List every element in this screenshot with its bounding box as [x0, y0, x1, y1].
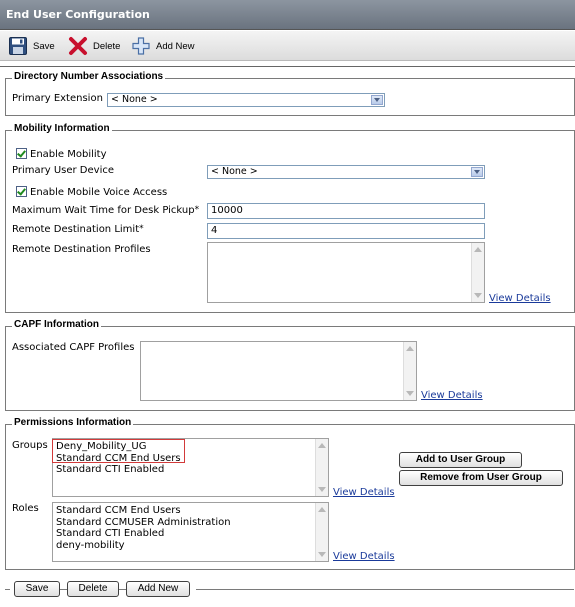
capf-legend: CAPF Information	[12, 319, 101, 330]
list-item[interactable]: Standard CTI Enabled	[56, 528, 231, 540]
max-wait-input[interactable]: 10000	[207, 203, 485, 219]
selection-highlight	[52, 439, 185, 463]
enable-mobility-label: Enable Mobility	[30, 149, 107, 160]
list-item[interactable]: Standard CTI Enabled	[56, 464, 181, 476]
groups-view-details-link[interactable]: View Details	[333, 487, 395, 498]
list-item[interactable]: Standard CCMUSER Administration	[56, 517, 231, 529]
enable-mobile-voice-checkbox[interactable]	[16, 186, 27, 197]
remote-dest-view-details-link[interactable]: View Details	[489, 293, 551, 304]
chevron-down-icon[interactable]	[371, 95, 383, 105]
remove-from-user-group-button[interactable]: Remove from User Group	[399, 470, 563, 486]
footer-delete-button[interactable]: Delete	[67, 581, 119, 597]
scrollbar[interactable]	[315, 503, 328, 561]
primary-extension-value: < None >	[111, 94, 158, 105]
remote-dest-limit-label-text: Remote Destination Limit	[12, 224, 140, 235]
directory-legend: Directory Number Associations	[12, 71, 166, 82]
remote-dest-limit-label: Remote Destination Limit*	[12, 224, 144, 235]
roles-label: Roles	[12, 503, 39, 514]
capf-profiles-list[interactable]	[140, 341, 417, 401]
page-title: End User Configuration	[0, 0, 575, 30]
roles-items: Standard CCM End Users Standard CCMUSER …	[56, 505, 231, 551]
primary-extension-label: Primary Extension	[12, 93, 103, 104]
add-to-user-group-button[interactable]: Add to User Group	[399, 452, 522, 468]
capf-view-details-link[interactable]: View Details	[421, 390, 483, 401]
divider	[5, 589, 10, 590]
roles-list[interactable]: Standard CCM End Users Standard CCMUSER …	[52, 502, 329, 562]
toolbar-add-new-label: Add New	[156, 40, 195, 52]
toolbar-delete-label: Delete	[93, 40, 121, 52]
scroll-up-icon[interactable]	[318, 443, 326, 448]
toolbar-delete-button[interactable]: Delete	[68, 36, 120, 56]
scroll-up-icon[interactable]	[474, 247, 482, 252]
delete-icon	[69, 37, 87, 55]
primary-user-device-label: Primary User Device	[12, 165, 114, 176]
scroll-down-icon[interactable]	[474, 293, 482, 298]
scrollbar[interactable]	[471, 243, 484, 302]
scroll-down-icon[interactable]	[406, 391, 414, 396]
scrollbar[interactable]	[403, 342, 416, 400]
remote-dest-profiles-list[interactable]	[207, 242, 485, 303]
list-item[interactable]: deny-mobility	[56, 540, 231, 552]
max-wait-label-text: Maximum Wait Time for Desk Pickup	[12, 205, 195, 216]
primary-user-device-value: < None >	[211, 166, 258, 177]
divider	[196, 589, 574, 590]
primary-user-device-select[interactable]: < None >	[207, 165, 485, 179]
enable-mobile-voice-label: Enable Mobile Voice Access	[30, 187, 168, 198]
remote-dest-limit-input[interactable]: 4	[207, 223, 485, 239]
scroll-up-icon[interactable]	[406, 346, 414, 351]
list-item[interactable]: Standard CCM End Users	[56, 505, 231, 517]
chevron-down-icon[interactable]	[471, 167, 483, 177]
capf-profiles-label: Associated CAPF Profiles	[12, 342, 135, 353]
permissions-legend: Permissions Information	[12, 417, 134, 428]
scrollbar[interactable]	[315, 439, 328, 496]
divider	[119, 589, 126, 590]
scroll-up-icon[interactable]	[318, 507, 326, 512]
divider	[0, 66, 575, 67]
footer-save-button[interactable]: Save	[14, 581, 60, 597]
add-icon	[132, 37, 150, 55]
remote-dest-profiles-label: Remote Destination Profiles	[12, 244, 151, 255]
required-marker: *	[139, 224, 144, 234]
roles-view-details-link[interactable]: View Details	[333, 551, 395, 562]
toolbar: Save Delete Add New	[0, 31, 575, 61]
mobility-legend: Mobility Information	[12, 123, 112, 134]
scroll-down-icon[interactable]	[318, 552, 326, 557]
enable-mobility-checkbox[interactable]	[16, 148, 27, 159]
save-icon	[9, 37, 27, 55]
max-wait-label: Maximum Wait Time for Desk Pickup*	[12, 205, 199, 216]
divider	[60, 589, 67, 590]
toolbar-save-label: Save	[33, 40, 55, 52]
groups-label: Groups	[12, 440, 48, 451]
toolbar-add-new-button[interactable]: Add New	[131, 36, 195, 56]
required-marker: *	[194, 205, 200, 215]
primary-extension-select[interactable]: < None >	[107, 93, 385, 107]
scroll-down-icon[interactable]	[318, 487, 326, 492]
footer-add-new-button[interactable]: Add New	[126, 581, 190, 597]
toolbar-save-button[interactable]: Save	[8, 36, 55, 56]
